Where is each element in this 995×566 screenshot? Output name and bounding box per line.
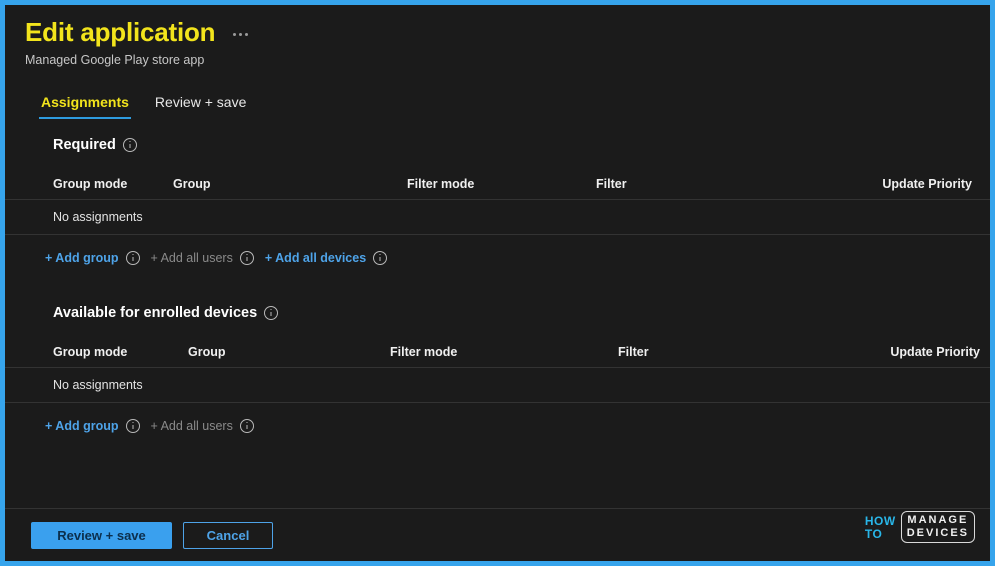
- logo-managedevices-box: MANAGE DEVICES: [900, 511, 975, 543]
- column-header-filter-mode: Filter mode: [407, 177, 475, 191]
- blade-footer: Review + save Cancel HOW TO MANAGE DEVIC…: [5, 508, 990, 561]
- empty-state-text: No assignments: [53, 210, 143, 224]
- table-header-row: Group mode Group Filter mode Filter Upda…: [5, 337, 990, 367]
- section-required-heading: Required: [5, 137, 990, 153]
- add-group-link[interactable]: + Add group: [45, 251, 119, 265]
- screenshot-frame: Edit application Managed Google Play sto…: [0, 0, 995, 566]
- add-links-required: + Add group + Add all users + Add all de…: [5, 251, 990, 265]
- column-header-group: Group: [173, 177, 211, 191]
- logo-howto-text: HOW TO: [865, 515, 896, 540]
- add-all-users-link: + Add all users: [150, 419, 233, 433]
- section-required-title: Required: [53, 137, 116, 153]
- info-icon[interactable]: [125, 251, 140, 265]
- ellipsis-dot: [245, 32, 249, 36]
- info-icon[interactable]: [373, 251, 388, 265]
- section-required: Required Group mode Group Filter mode Fi…: [5, 137, 990, 265]
- table-header-row: Group mode Group Filter mode Filter Upda…: [5, 169, 990, 199]
- cancel-button[interactable]: Cancel: [183, 521, 273, 549]
- tab-bar: Assignments Review + save: [39, 92, 990, 119]
- more-options-icon[interactable]: [229, 27, 252, 38]
- add-links-available: + Add group + Add all users: [5, 419, 990, 433]
- section-available-title: Available for enrolled devices: [53, 305, 258, 321]
- logo-to-text: TO: [864, 526, 883, 541]
- column-header-filter: Filter: [596, 177, 627, 191]
- page-subtitle: Managed Google Play store app: [25, 53, 205, 67]
- assignments-table-available: Group mode Group Filter mode Filter Upda…: [5, 337, 990, 403]
- section-available-heading: Available for enrolled devices: [5, 305, 990, 321]
- column-header-update-priority: Update Priority: [890, 345, 980, 359]
- tab-assignments[interactable]: Assignments: [39, 92, 131, 119]
- blade-header: Edit application Managed Google Play sto…: [5, 5, 990, 68]
- column-header-group-mode: Group mode: [53, 177, 128, 191]
- column-header-filter: Filter: [618, 345, 649, 359]
- table-row: No assignments: [5, 367, 990, 403]
- azure-blade-edit-application: Edit application Managed Google Play sto…: [5, 5, 990, 561]
- ellipsis-dot: [233, 32, 237, 36]
- info-icon[interactable]: [125, 419, 140, 433]
- title-row: Edit application: [25, 17, 990, 47]
- info-icon[interactable]: [122, 138, 137, 152]
- table-row: No assignments: [5, 199, 990, 235]
- add-all-users-link: + Add all users: [150, 251, 233, 265]
- empty-state-text: No assignments: [53, 378, 143, 392]
- section-available-for-enrolled-devices: Available for enrolled devices Group mod…: [5, 305, 990, 433]
- info-icon[interactable]: [239, 419, 254, 433]
- page-title: Edit application: [25, 17, 216, 47]
- blade-content: Required Group mode Group Filter mode Fi…: [5, 119, 990, 508]
- ellipsis-dot: [239, 32, 243, 36]
- info-icon[interactable]: [239, 251, 254, 265]
- howtomanagedevices-logo: HOW TO MANAGE DEVICES: [865, 511, 975, 543]
- add-all-devices-link[interactable]: + Add all devices: [265, 251, 366, 265]
- review-save-button[interactable]: Review + save: [31, 521, 172, 549]
- logo-how-text: HOW: [864, 513, 896, 528]
- column-header-update-priority: Update Priority: [882, 177, 972, 191]
- tab-review-save[interactable]: Review + save: [153, 92, 248, 119]
- info-icon[interactable]: [264, 306, 279, 320]
- column-header-group-mode: Group mode: [53, 345, 128, 359]
- assignments-table-required: Group mode Group Filter mode Filter Upda…: [5, 169, 990, 235]
- logo-devices-text: DEVICES: [906, 527, 969, 539]
- logo-manage-text: MANAGE: [907, 514, 969, 526]
- add-group-link[interactable]: + Add group: [45, 419, 119, 433]
- column-header-group: Group: [188, 345, 226, 359]
- column-header-filter-mode: Filter mode: [390, 345, 458, 359]
